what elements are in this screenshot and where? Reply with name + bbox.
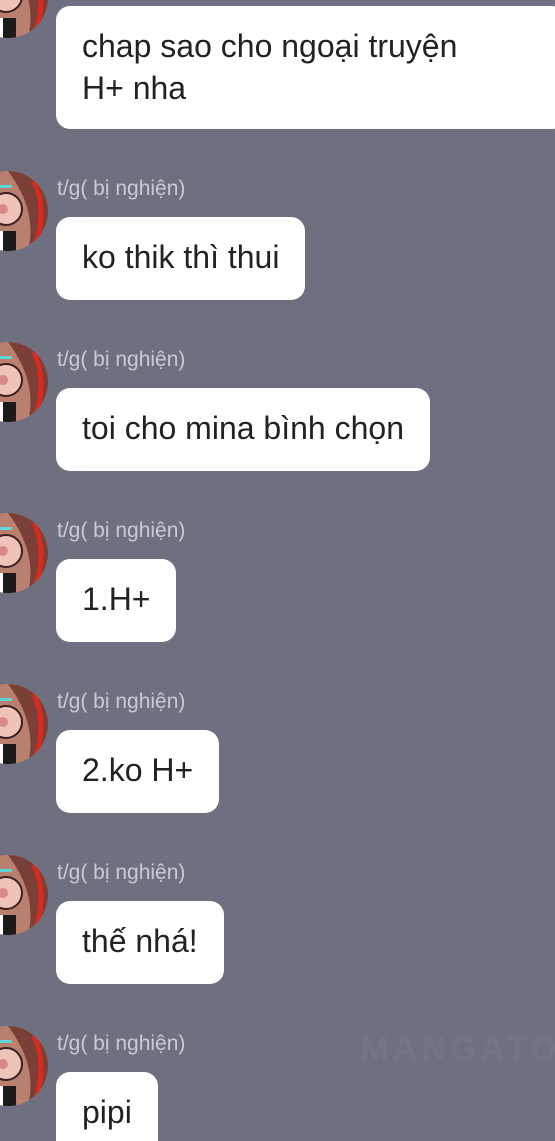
avatar-icon[interactable] xyxy=(0,0,48,38)
message-bubble[interactable]: thế nhá! xyxy=(56,901,224,984)
message-bubble[interactable]: pipi xyxy=(56,1072,158,1141)
avatar-icon[interactable] xyxy=(0,513,48,593)
sender-name: t/g( bị nghiện) xyxy=(57,348,186,371)
message-text: ko thik thì thui xyxy=(82,239,280,275)
watermark: MANGATO xyxy=(360,1030,555,1068)
message-text-line: H+ nha xyxy=(82,70,187,106)
message-text: pipi xyxy=(82,1094,132,1130)
message-bubble[interactable]: ko thik thì thui xyxy=(56,217,306,300)
message-text-line: chap sao cho ngoại truyện xyxy=(82,28,458,64)
avatar-icon[interactable] xyxy=(0,342,48,422)
avatar-icon[interactable] xyxy=(0,684,48,764)
chat-thread[interactable]: chap sao cho ngoại truyện H+ nha t/g( bị… xyxy=(0,0,555,1141)
sender-name: t/g( bị nghiện) xyxy=(57,177,186,200)
sender-name: t/g( bị nghiện) xyxy=(57,690,186,713)
avatar-icon[interactable] xyxy=(0,855,48,935)
message-bubble[interactable]: toi cho mina bình chọn xyxy=(56,388,430,471)
sender-name: t/g( bị nghiện) xyxy=(57,519,186,542)
avatar-icon[interactable] xyxy=(0,171,48,251)
avatar-icon[interactable] xyxy=(0,1026,48,1106)
sender-name: t/g( bị nghiện) xyxy=(57,861,186,884)
message-text: 1.H+ xyxy=(82,581,151,617)
message-text: thế nhá! xyxy=(82,923,198,959)
message-text: toi cho mina bình chọn xyxy=(82,410,404,446)
message-text: 2.ko H+ xyxy=(82,752,194,788)
message-bubble[interactable]: chap sao cho ngoại truyện H+ nha xyxy=(56,6,555,129)
message-bubble[interactable]: 2.ko H+ xyxy=(56,730,220,813)
sender-name: t/g( bị nghiện) xyxy=(57,1032,186,1055)
message-bubble[interactable]: 1.H+ xyxy=(56,559,177,642)
